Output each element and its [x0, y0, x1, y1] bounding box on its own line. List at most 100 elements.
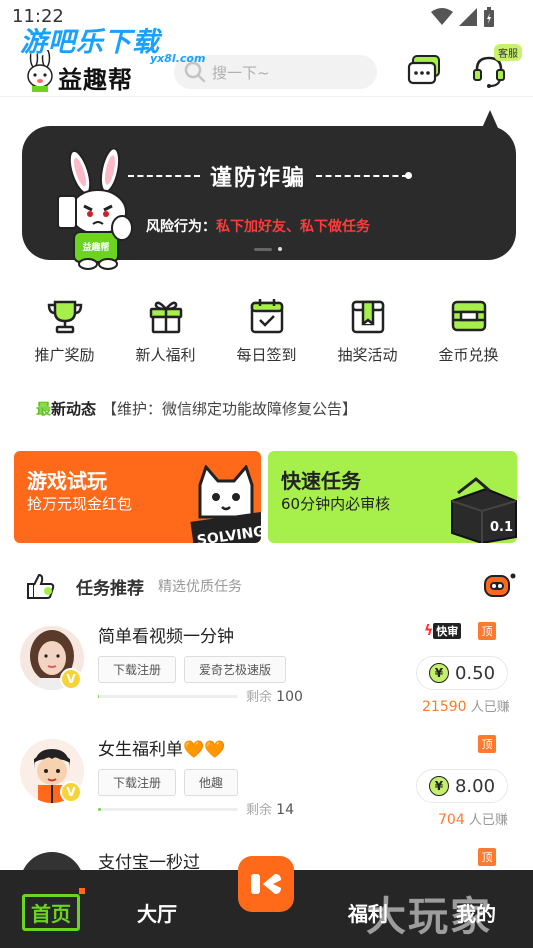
news-tag-first: 最 [36, 400, 52, 418]
banner-title-row: 谨防诈骗 [128, 160, 413, 192]
task-progress-fill [98, 808, 101, 811]
header-divider [0, 96, 533, 97]
signal-icon [459, 8, 477, 26]
menu-item-lottery[interactable]: 抽奖活动 [325, 296, 411, 376]
section-title: 任务推荐 [76, 578, 144, 599]
menu-item-promotion-reward[interactable]: 推广奖励 [22, 296, 108, 376]
promo-art-text: 0.1 [490, 520, 513, 535]
task-tag: 他趣 [184, 769, 239, 796]
battery-icon [484, 7, 494, 27]
banner-risk-text: 风险行为：私下加好友、私下做任务 [146, 216, 370, 236]
task-tags: 下载注册 他趣 [98, 769, 239, 796]
menu-item-label: 新人福利 [135, 346, 196, 364]
banner-pager-dot-2 [278, 247, 282, 251]
earned-count: 21590 人已赚 [422, 696, 510, 715]
pinned-badge: 顶 [478, 735, 496, 753]
rabbit-mascot-icon: 益趣帮 [57, 148, 133, 270]
play-logo-icon [251, 874, 281, 894]
status-icons [431, 7, 495, 27]
search-placeholder: 搜一下~ [212, 63, 270, 82]
banner-risk-value: 私下加好友、私下做任务 [216, 219, 370, 235]
gift-icon [149, 301, 182, 334]
reward-button[interactable]: ¥ 8.00 [416, 769, 508, 803]
tab-home[interactable]: 首页 [22, 894, 80, 931]
task-card[interactable]: V 女生福利单🧡🧡 下载注册 他趣 剩余 14 顶 ¥ 8.00 704 人已赚 [14, 733, 519, 843]
earned-number: 704 [438, 812, 465, 828]
task-remain-label: 剩余 [246, 690, 273, 705]
task-remain-label: 剩余 [246, 803, 273, 818]
news-tag-rest: 新动态 [51, 400, 97, 418]
menu-item-coin-exchange[interactable]: 金币兑换 [426, 296, 512, 376]
watermark-bottom: 大玩家 [366, 893, 492, 940]
earned-count: 704 人已赚 [438, 809, 508, 828]
calendar-check-icon [250, 299, 283, 334]
fast-review-badge: ϟ 快审 [424, 622, 462, 640]
earned-label: 人已赚 [468, 813, 508, 828]
rabbit-shirt-text: 益趣帮 [82, 241, 109, 253]
tab-center-button[interactable] [238, 856, 294, 912]
reward-button[interactable]: ¥ 0.50 [416, 656, 508, 690]
task-name: 简单看视频一分钟 [98, 627, 234, 647]
yen-icon: ¥ [428, 776, 449, 796]
message-icon[interactable] [407, 54, 441, 88]
menu-item-daily-checkin[interactable]: 每日签到 [224, 296, 310, 376]
lightning-icon: ϟ [424, 623, 434, 639]
lottery-box-icon [351, 300, 384, 334]
promo-title: 游戏试玩 [27, 469, 107, 493]
menu-item-label: 推广奖励 [34, 346, 95, 364]
task-name: 女生福利单🧡🧡 [98, 740, 226, 760]
tab-hall[interactable]: 大厅 [137, 898, 177, 927]
task-progress-fill [98, 695, 100, 698]
promo-game-trial[interactable]: 游戏试玩 抢万元现金红包 SOLVING [14, 451, 261, 543]
reward-amount: 0.50 [454, 662, 496, 684]
robot-icon[interactable] [482, 570, 516, 600]
task-remain: 剩余 100 [246, 686, 303, 705]
task-remain-count: 14 [276, 802, 294, 818]
promo-subtitle: 抢万元现金红包 [27, 495, 133, 513]
earned-number: 21590 [422, 699, 467, 715]
task-tag: 下载注册 [98, 656, 177, 683]
quick-menu: 推广奖励 新人福利 每日签到 抽奖活动 金币兑换 [0, 296, 533, 376]
banner-pager [254, 247, 282, 251]
customer-service-badge: 客服 [494, 44, 522, 61]
task-recommend-header: 任务推荐 精选优质任务 [26, 568, 516, 604]
news-ticker[interactable]: 最新动态 【维护：微信绑定功能故障修复公告】 [36, 398, 357, 419]
wifi-icon [431, 8, 453, 25]
task-tag: 爱奇艺极速版 [184, 656, 287, 683]
task-card[interactable]: V 简单看视频一分钟 下载注册 爱奇艺极速版 剩余 100 ϟ 快审 顶 ¥ 0.… [14, 620, 519, 730]
pinned-badge: 顶 [478, 622, 496, 640]
tab-home-dot [79, 888, 85, 894]
cat-illustration-icon: SOLVING [190, 465, 261, 543]
app-logo-text: 益趣帮 [58, 66, 133, 94]
news-tag: 最新动态 [36, 398, 96, 419]
news-text: 【维护：微信绑定功能故障修复公告】 [102, 400, 358, 418]
fast-review-label: 快审 [433, 623, 462, 639]
menu-item-label: 金币兑换 [438, 346, 499, 364]
menu-item-newbie-welfare[interactable]: 新人福利 [123, 296, 209, 376]
task-progress-bar [98, 695, 238, 698]
task-tags: 下载注册 爱奇艺极速版 [98, 656, 287, 683]
watermark-logo: 游吧乐下载 [20, 27, 160, 58]
promo-fast-task[interactable]: 快速任务 60分钟内必审核 0.1 [268, 451, 517, 543]
section-subtitle: 精选优质任务 [158, 579, 242, 595]
watermark-url: yx8l.com [150, 52, 206, 65]
promo-subtitle: 60分钟内必审核 [281, 495, 391, 513]
task-remain: 剩余 14 [246, 799, 294, 818]
task-progress-bar [98, 808, 238, 811]
menu-item-label: 抽奖活动 [337, 346, 398, 364]
box-illustration-icon: 0.1 [451, 477, 517, 543]
exchange-icon [451, 300, 486, 332]
task-remain-count: 100 [276, 689, 303, 705]
task-tag: 下载注册 [98, 769, 177, 796]
yen-icon: ¥ [428, 663, 449, 683]
verified-badge: V [60, 781, 82, 803]
trophy-icon [47, 300, 82, 334]
verified-badge: V [60, 668, 82, 690]
banner-dash-right [316, 172, 413, 179]
earned-label: 人已赚 [470, 700, 510, 715]
thumbs-up-icon [27, 573, 55, 599]
pinned-badge: 顶 [478, 848, 496, 866]
banner-pager-dot-1 [254, 247, 272, 251]
reward-amount: 8.00 [454, 775, 496, 797]
menu-item-label: 每日签到 [236, 346, 297, 364]
